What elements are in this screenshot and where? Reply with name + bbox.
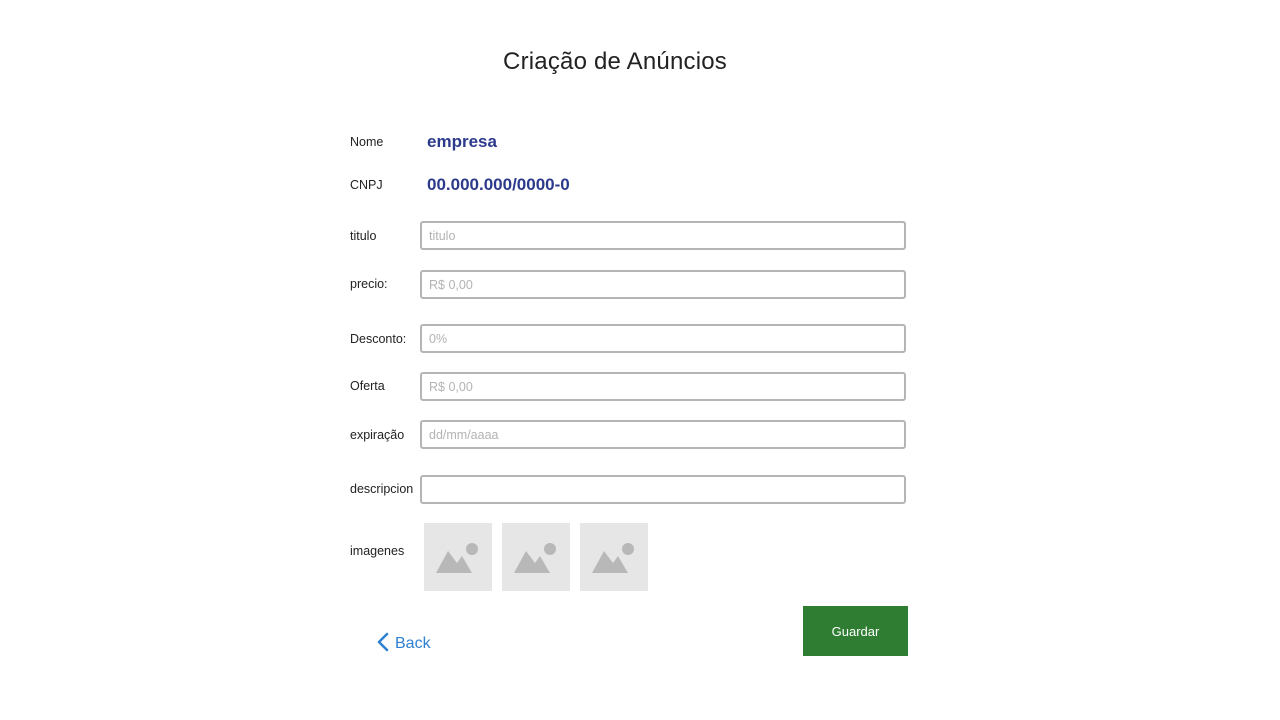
- precio-label: precio:: [350, 277, 388, 291]
- cnpj-label: CNPJ: [350, 178, 383, 192]
- descripcion-label: descripcion: [350, 482, 414, 496]
- expiracao-input[interactable]: [420, 420, 906, 449]
- company-name-label: Nome: [350, 135, 384, 149]
- titulo-label: titulo: [350, 229, 377, 243]
- chevron-left-icon: [377, 632, 389, 657]
- company-name-value: empresa: [427, 132, 497, 151]
- image-upload-slot-2[interactable]: [502, 523, 570, 591]
- image-placeholder-icon: [514, 543, 556, 573]
- back-link[interactable]: Back: [377, 632, 431, 656]
- back-label: Back: [395, 635, 431, 652]
- precio-input[interactable]: [420, 270, 906, 299]
- oferta-input[interactable]: [420, 372, 906, 401]
- image-placeholder-icon: [436, 543, 478, 573]
- oferta-label: Oferta: [350, 379, 385, 393]
- expiracao-label: expiração: [350, 428, 405, 442]
- descripcion-input[interactable]: [420, 475, 906, 504]
- image-placeholder-icon: [592, 543, 634, 573]
- desconto-label: Desconto:: [350, 332, 407, 346]
- image-upload-slot-1[interactable]: [424, 523, 492, 591]
- image-upload-slot-3[interactable]: [580, 523, 648, 591]
- desconto-input[interactable]: [420, 324, 906, 353]
- titulo-input[interactable]: [420, 221, 906, 250]
- cnpj-value: 00.000.000/0000-0: [427, 175, 570, 194]
- save-button[interactable]: Guardar: [803, 606, 908, 656]
- ad-creation-page: Criação de Anúncios Nome empresa CNPJ 00…: [0, 0, 1280, 720]
- imagenes-label: imagenes: [350, 544, 405, 558]
- page-title: Criação de Anúncios: [503, 48, 727, 75]
